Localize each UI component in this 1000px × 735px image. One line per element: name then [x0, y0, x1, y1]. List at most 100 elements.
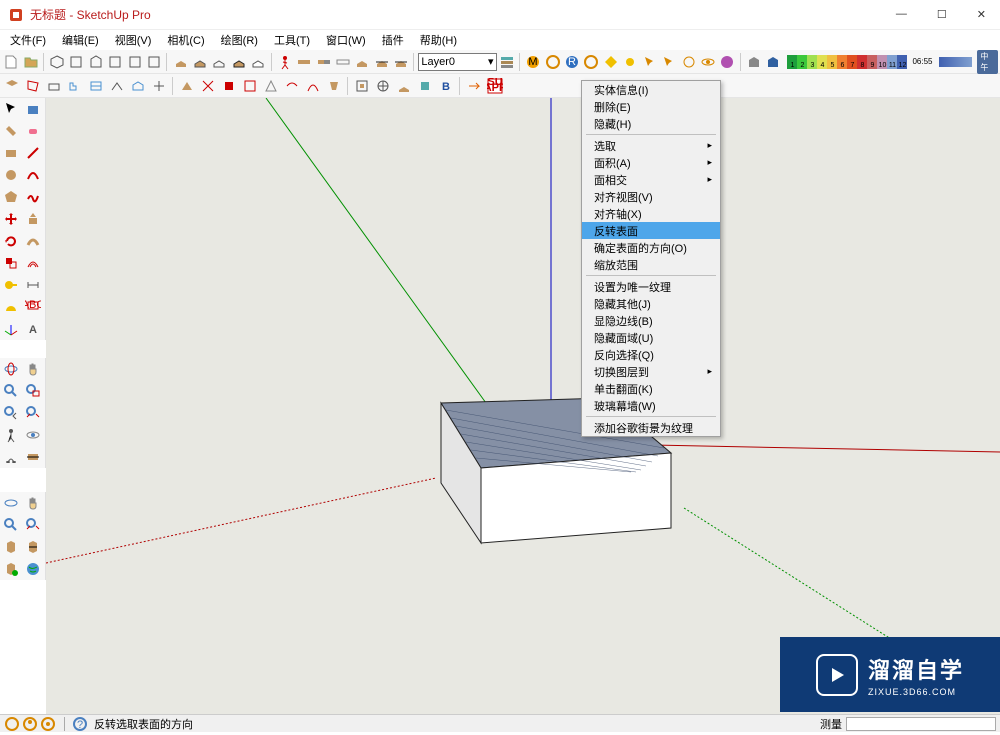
top-view-icon[interactable] — [67, 52, 85, 72]
status-help-icon[interactable]: ? — [72, 716, 88, 732]
plugin-icon-r[interactable]: R — [563, 52, 581, 72]
paint-tool-icon[interactable] — [0, 120, 22, 142]
front-view-icon[interactable] — [87, 52, 105, 72]
cm-unique-texture[interactable]: 设置为唯一纹理 — [582, 278, 720, 295]
line-tool-icon[interactable] — [22, 142, 44, 164]
style-icon-3[interactable] — [210, 52, 228, 72]
tb2-icon-8[interactable] — [149, 76, 169, 96]
style-icon-1[interactable] — [171, 52, 189, 72]
warehouse-icon-1[interactable] — [745, 52, 763, 72]
tb2-icon-21[interactable]: B — [436, 76, 456, 96]
section-icon-4[interactable] — [353, 52, 371, 72]
plugin-icon-cursor-2[interactable] — [660, 52, 678, 72]
viewport-3d[interactable] — [46, 98, 1000, 714]
status-geo-icon[interactable] — [4, 716, 20, 732]
cm-orient-faces[interactable]: 确定表面的方向(O) — [582, 239, 720, 256]
menu-edit[interactable]: 编辑(E) — [56, 32, 105, 48]
cm-zoom-extents[interactable]: 缩放范围 — [582, 256, 720, 273]
cm-hide[interactable]: 隐藏(H) — [582, 115, 720, 132]
menu-view[interactable]: 视图(V) — [109, 32, 158, 48]
tb2-icon-14[interactable] — [282, 76, 302, 96]
protractor-tool-icon[interactable] — [0, 296, 22, 318]
arc-tool-icon[interactable] — [22, 164, 44, 186]
scale-tool-icon[interactable] — [0, 252, 22, 274]
rectangle-tool-icon[interactable] — [0, 142, 22, 164]
eraser-tool-icon[interactable] — [22, 120, 44, 142]
cm-hide-face-region[interactable]: 隐藏面域(U) — [582, 329, 720, 346]
layer-manager-icon[interactable] — [498, 52, 516, 72]
tb2-icon-7[interactable] — [128, 76, 148, 96]
tb2-icon-4[interactable] — [65, 76, 85, 96]
section-icon-2[interactable] — [314, 52, 332, 72]
p3-icon-6[interactable] — [22, 536, 44, 558]
menu-draw[interactable]: 绘图(R) — [215, 32, 264, 48]
cm-switch-layer[interactable]: 切换图层到▸ — [582, 363, 720, 380]
p3-icon-1[interactable] — [0, 492, 22, 514]
polygon-tool-icon[interactable] — [0, 186, 22, 208]
sectionplane-icon[interactable] — [22, 446, 44, 468]
tb2-icon-10[interactable] — [198, 76, 218, 96]
rotate-tool-icon[interactable] — [0, 230, 22, 252]
plugin-icon-m[interactable]: M — [524, 52, 542, 72]
plugin-icon-orbit[interactable] — [699, 52, 717, 72]
followme-tool-icon[interactable] — [22, 230, 44, 252]
p3-icon-7[interactable] — [0, 558, 22, 580]
tb2-icon-6[interactable] — [107, 76, 127, 96]
status-signin-icon[interactable] — [40, 716, 56, 732]
plugin-icon-circle-2[interactable] — [582, 52, 600, 72]
menu-camera[interactable]: 相机(C) — [161, 32, 210, 48]
tb2-icon-12[interactable] — [240, 76, 260, 96]
move-tool-icon[interactable] — [0, 208, 22, 230]
offset-tool-icon[interactable] — [22, 252, 44, 274]
freehand-tool-icon[interactable] — [22, 186, 44, 208]
cm-align-axis[interactable]: 对齐轴(X) — [582, 205, 720, 222]
cm-add-streetview[interactable]: 添加谷歌街景为纹理 — [582, 419, 720, 436]
right-view-icon[interactable] — [106, 52, 124, 72]
menu-file[interactable]: 文件(F) — [4, 32, 52, 48]
style-icon-4[interactable] — [230, 52, 248, 72]
p3-icon-2[interactable] — [22, 492, 44, 514]
cm-select[interactable]: 选取▸ — [582, 137, 720, 154]
status-credits-icon[interactable] — [22, 716, 38, 732]
cm-area[interactable]: 面积(A)▸ — [582, 154, 720, 171]
tb2-icon-11[interactable] — [219, 76, 239, 96]
tb2-icon-15[interactable] — [303, 76, 323, 96]
tb2-icon-17[interactable] — [352, 76, 372, 96]
maximize-button[interactable]: ☐ — [931, 6, 953, 23]
tb2-icon-20[interactable] — [415, 76, 435, 96]
plugin-icon-circle-3[interactable] — [679, 52, 697, 72]
tb2-icon-suapp[interactable]: SUAPP — [485, 76, 505, 96]
section-icon-5[interactable] — [373, 52, 391, 72]
menu-window[interactable]: 窗口(W) — [320, 32, 372, 48]
tb2-icon-5[interactable] — [86, 76, 106, 96]
close-button[interactable]: ✕ — [971, 6, 992, 23]
tb2-icon-9[interactable] — [177, 76, 197, 96]
walk-tool-icon-2[interactable] — [0, 446, 22, 468]
select-tool-icon[interactable] — [0, 98, 22, 120]
menu-help[interactable]: 帮助(H) — [414, 32, 463, 48]
position-camera-icon[interactable] — [0, 424, 22, 446]
circle-tool-icon[interactable] — [0, 164, 22, 186]
cm-show-edges[interactable]: 显隐边线(B) — [582, 312, 720, 329]
open-file-icon[interactable] — [21, 52, 39, 72]
zoom-tool-icon[interactable] — [0, 380, 22, 402]
cm-entity-info[interactable]: 实体信息(I) — [582, 81, 720, 98]
text-tool-icon[interactable]: ABC — [22, 296, 44, 318]
zoom-prev-icon[interactable] — [0, 402, 22, 424]
pushpull-tool-icon[interactable] — [22, 208, 44, 230]
p3-icon-8[interactable] — [22, 558, 44, 580]
warehouse-icon-2[interactable] — [764, 52, 782, 72]
style-icon-5[interactable] — [249, 52, 267, 72]
zoom-window-icon[interactable] — [22, 380, 44, 402]
left-view-icon[interactable] — [145, 52, 163, 72]
look-around-icon[interactable] — [22, 424, 44, 446]
cm-curtain-wall[interactable]: 玻璃幕墙(W) — [582, 397, 720, 414]
orbit-tool-icon[interactable] — [0, 358, 22, 380]
plugin-icon-swirl[interactable] — [718, 52, 736, 72]
section-icon-6[interactable] — [392, 52, 410, 72]
cm-click-flip[interactable]: 单击翻面(K) — [582, 380, 720, 397]
plugin-icon-cursor-1[interactable] — [640, 52, 658, 72]
cm-invert-selection[interactable]: 反向选择(Q) — [582, 346, 720, 363]
cm-align-view[interactable]: 对齐视图(V) — [582, 188, 720, 205]
menu-plugins[interactable]: 插件 — [376, 32, 410, 48]
